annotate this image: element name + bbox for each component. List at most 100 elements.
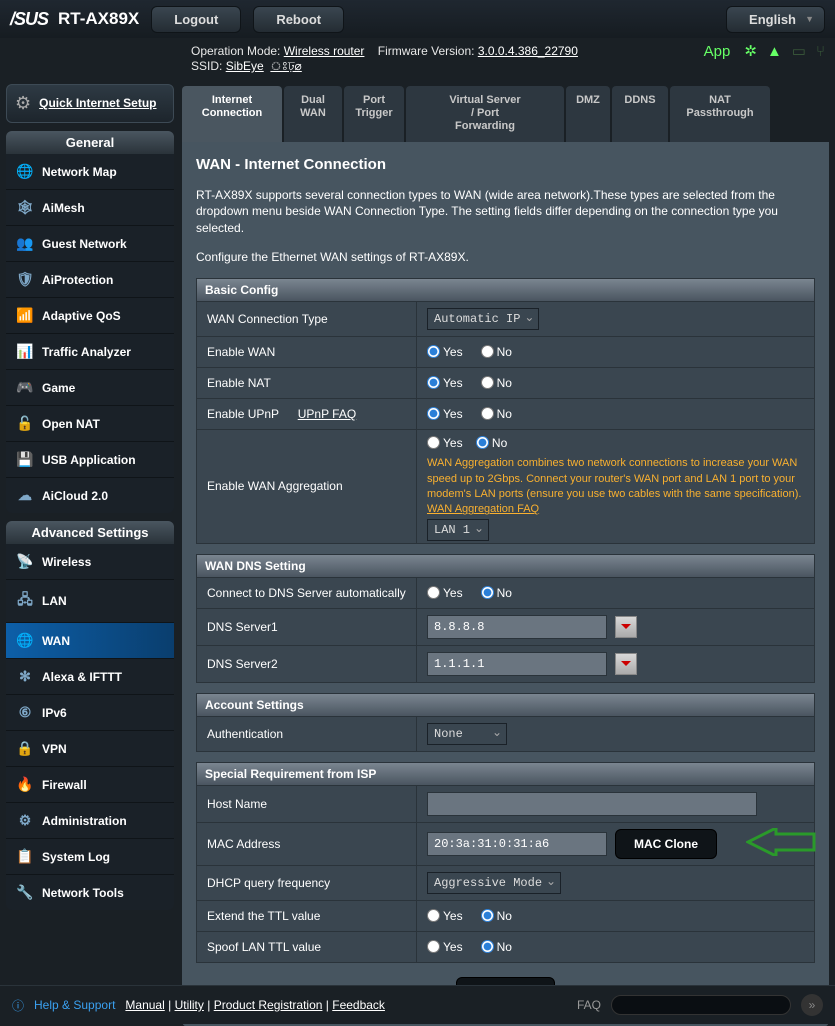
dns2-input[interactable] — [427, 652, 607, 676]
nav-wireless[interactable]: 📡 Wireless — [6, 544, 174, 580]
agg-port-select[interactable]: LAN 1 — [427, 519, 489, 541]
enable-upnp-yes[interactable] — [427, 407, 440, 420]
nav-system-log[interactable]: 📋System Log — [6, 839, 174, 875]
dns-auto-label: Connect to DNS Server automatically — [197, 578, 417, 608]
dns1-input[interactable] — [427, 615, 607, 639]
dns-auto-yes[interactable] — [427, 586, 440, 599]
nav-ipv6[interactable]: ⑥IPv6 — [6, 695, 174, 731]
extend-ttl-yes[interactable] — [427, 909, 440, 922]
faq-label: FAQ — [577, 998, 601, 1012]
ssid-1[interactable]: SibEye — [226, 59, 264, 73]
nav-vpn[interactable]: 🔒 VPN — [6, 731, 174, 767]
tab-nat-passthrough[interactable]: NATPassthrough — [670, 86, 770, 142]
user-icon[interactable]: ▲ — [767, 43, 782, 60]
dns1-preset-button[interactable] — [615, 616, 637, 638]
wan-type-select[interactable]: Automatic IP — [427, 308, 539, 330]
enable-nat-yes[interactable] — [427, 376, 440, 389]
auth-select[interactable]: None — [427, 723, 507, 745]
nav-game[interactable]: 🎮Game — [6, 370, 174, 406]
reboot-button[interactable]: Reboot — [253, 6, 344, 33]
mac-address-input[interactable] — [427, 832, 607, 856]
quick-internet-setup[interactable]: ⚙ Quick Internet Setup — [6, 84, 174, 123]
extend-ttl-no[interactable] — [481, 909, 494, 922]
nav-icon: 🔒 — [16, 740, 34, 757]
dhcp-freq-select[interactable]: Aggressive Mode — [427, 872, 561, 894]
search-go-button[interactable]: » — [801, 994, 823, 1016]
manual-link[interactable]: Manual — [125, 998, 164, 1012]
tab-virtual-server-port-forwarding[interactable]: Virtual Server/ PortForwarding — [406, 86, 564, 142]
nav-aiprotection[interactable]: 🛡AiProtection — [6, 262, 174, 298]
wan-type-label: WAN Connection Type — [197, 302, 417, 336]
nav-label: Wireless — [42, 555, 91, 569]
op-mode-link[interactable]: Wireless router — [284, 44, 365, 58]
nav-label: AiCloud 2.0 — [42, 489, 108, 503]
host-name-input[interactable] — [427, 792, 757, 816]
tab-dual-wan[interactable]: DualWAN — [284, 86, 342, 142]
tab-dmz[interactable]: DMZ — [566, 86, 610, 142]
nav-network-map[interactable]: 🌐 Network Map — [6, 154, 174, 190]
nav-alexa-ifttt[interactable]: ✻Alexa & IFTTT — [6, 659, 174, 695]
extend-ttl-label: Extend the TTL value — [197, 901, 417, 931]
fw-label: Firmware Version: — [378, 44, 475, 58]
enable-agg-yes[interactable] — [427, 436, 440, 449]
nav-icon: 📡 — [16, 553, 34, 570]
dns-auto-no[interactable] — [481, 586, 494, 599]
enable-wan-yes[interactable] — [427, 345, 440, 358]
dns2-preset-button[interactable] — [615, 653, 637, 675]
nav-label: Open NAT — [42, 417, 100, 431]
nav-label: LAN — [42, 594, 67, 608]
nav-firewall[interactable]: 🔥Firewall — [6, 767, 174, 803]
enable-upnp-no[interactable] — [481, 407, 494, 420]
nav-network-tools[interactable]: 🔧Network Tools — [6, 875, 174, 910]
nav-label: Alexa & IFTTT — [42, 670, 122, 684]
nav-adaptive-qos[interactable]: 📶Adaptive QoS — [6, 298, 174, 334]
nav-icon: 🌐 — [16, 163, 34, 180]
general-section-header: General — [6, 131, 174, 154]
spoof-ttl-yes[interactable] — [427, 940, 440, 953]
screen-icon[interactable]: ▭ — [792, 42, 806, 60]
host-name-label: Host Name — [197, 786, 417, 822]
enable-agg-no[interactable] — [476, 436, 489, 449]
help-support-link[interactable]: Help & Support — [34, 998, 115, 1012]
utility-link[interactable]: Utility — [175, 998, 204, 1012]
nav-label: Network Map — [42, 165, 117, 179]
nav-wan[interactable]: 🌐WAN — [6, 623, 174, 659]
agg-faq-link[interactable]: WAN Aggregation FAQ — [427, 503, 539, 515]
enable-wan-no[interactable] — [481, 345, 494, 358]
nav-guest-network[interactable]: 👥Guest Network — [6, 226, 174, 262]
basic-config-header: Basic Config — [196, 278, 815, 302]
nav-open-nat[interactable]: 🔓Open NAT — [6, 406, 174, 442]
usb-icon[interactable]: ⑂ — [816, 43, 825, 60]
feedback-link[interactable]: Feedback — [332, 998, 385, 1012]
tab-internet-connection[interactable]: InternetConnection — [182, 86, 282, 142]
nav-icon: 👥 — [16, 235, 34, 252]
spoof-ttl-no[interactable] — [481, 940, 494, 953]
nav-aicloud-2-0[interactable]: ☁AiCloud 2.0 — [6, 478, 174, 513]
nav-icon: 🖧 — [16, 589, 34, 613]
language-select[interactable]: English — [726, 6, 825, 33]
product-reg-link[interactable]: Product Registration — [214, 998, 323, 1012]
nav-aimesh[interactable]: 🕸AiMesh — [6, 190, 174, 226]
nav-lan[interactable]: 🖧 LAN — [6, 580, 174, 623]
upnp-faq-link[interactable]: UPnP FAQ — [298, 407, 356, 421]
header-bar: /SUS RT-AX89X Logout Reboot English — [0, 0, 835, 38]
app-link[interactable]: App — [704, 43, 731, 60]
tab-ddns[interactable]: DDNS — [612, 86, 668, 142]
page-title: WAN - Internet Connection — [196, 156, 815, 173]
dns2-label: DNS Server2 — [197, 646, 417, 682]
nav-label: VPN — [42, 742, 67, 756]
page-description: RT-AX89X supports several connection typ… — [196, 187, 815, 237]
tab-port-trigger[interactable]: PortTrigger — [344, 86, 404, 142]
fw-link[interactable]: 3.0.0.4.386_22790 — [478, 44, 578, 58]
mac-clone-button[interactable]: MAC Clone — [615, 829, 717, 859]
logout-button[interactable]: Logout — [151, 6, 241, 33]
nav-icon: 🛡 — [16, 271, 34, 288]
nav-administration[interactable]: ⚙Administration — [6, 803, 174, 839]
gear-icon[interactable]: ✲ — [744, 42, 757, 60]
nav-traffic-analyzer[interactable]: 📊Traffic Analyzer — [6, 334, 174, 370]
faq-search-input[interactable] — [611, 995, 791, 1015]
enable-nat-no[interactable] — [481, 376, 494, 389]
nav-usb-application[interactable]: 💾USB Application — [6, 442, 174, 478]
ssid-2[interactable]: ঃঢ়⌀ — [270, 59, 301, 73]
op-mode-label: Operation Mode: — [191, 44, 280, 58]
